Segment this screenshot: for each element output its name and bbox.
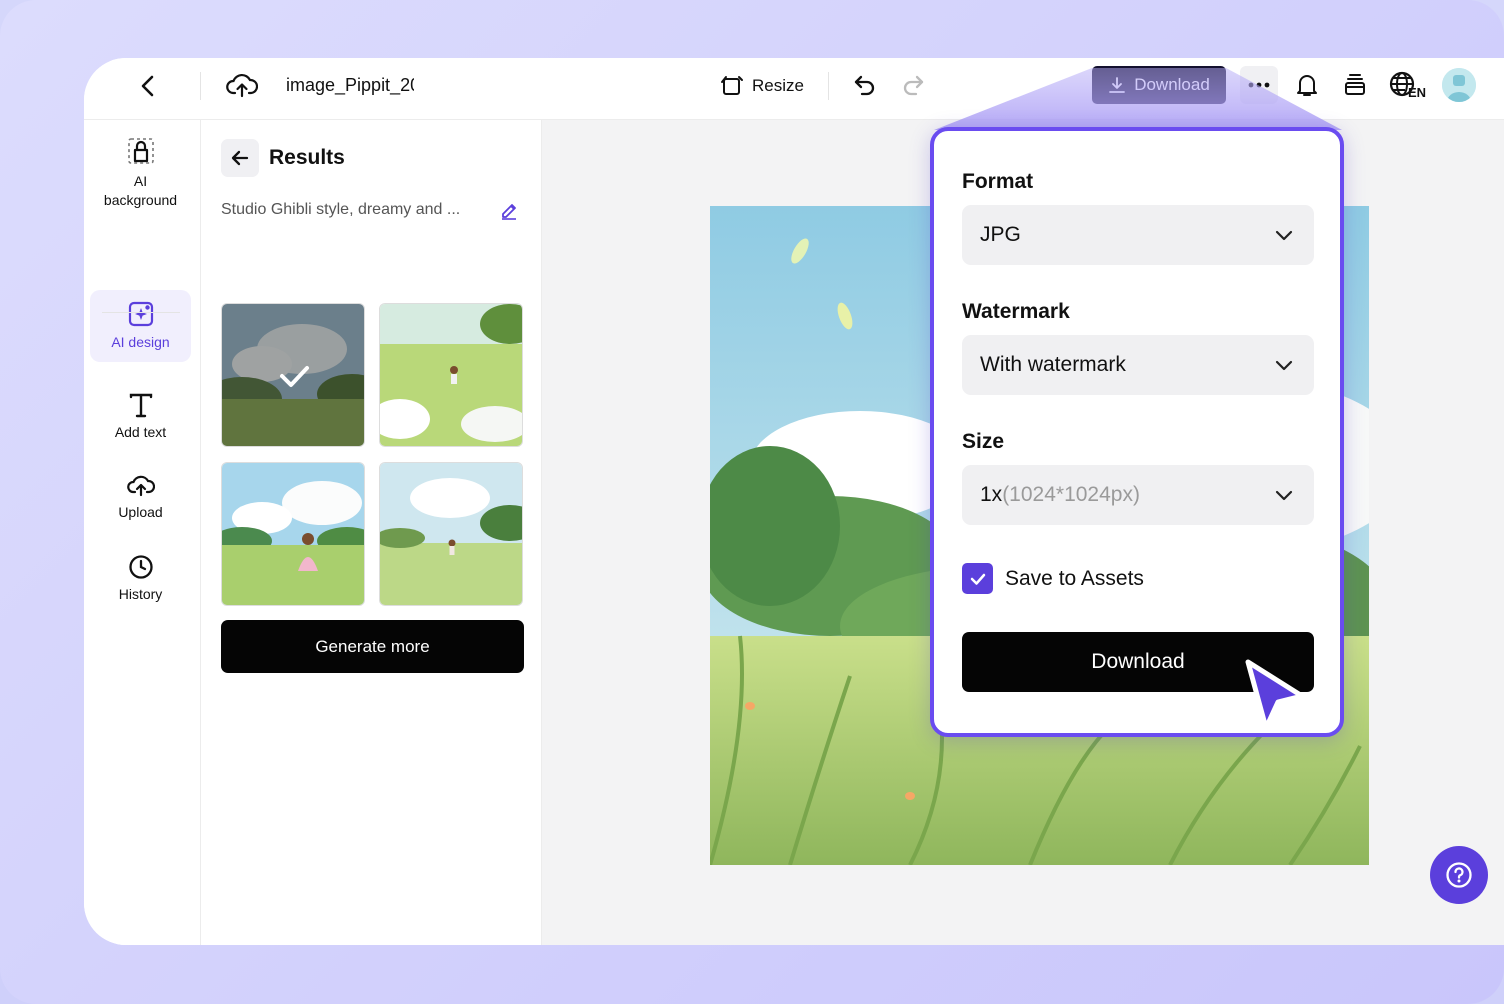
undo-icon[interactable] xyxy=(852,72,878,98)
chevron-down-icon xyxy=(1275,360,1293,371)
generate-more-button[interactable]: Generate more xyxy=(221,620,524,673)
redo-icon[interactable] xyxy=(900,72,926,98)
resize-button[interactable]: Resize xyxy=(720,72,804,100)
chevron-down-icon xyxy=(1275,230,1293,241)
history-icon xyxy=(128,555,153,579)
more-icon xyxy=(1248,82,1270,88)
format-value: JPG xyxy=(980,223,1021,246)
help-button[interactable] xyxy=(1430,846,1488,904)
ai-background-icon xyxy=(127,138,154,164)
nav-ai-background[interactable]: AI background xyxy=(90,136,191,212)
text-icon xyxy=(129,393,152,418)
result-image xyxy=(222,304,364,446)
result-image xyxy=(380,304,522,446)
result-image xyxy=(380,463,522,605)
cloud-upload-icon[interactable] xyxy=(226,70,258,100)
layers-icon[interactable] xyxy=(1342,72,1368,98)
result-thumbnail[interactable] xyxy=(379,303,523,447)
left-nav: AI background AI design Add text Upload … xyxy=(84,120,201,945)
result-thumbnail[interactable] xyxy=(379,462,523,606)
nav-upload[interactable]: Upload xyxy=(90,472,191,528)
size-value-prefix: 1x xyxy=(980,483,1003,506)
language-code: EN xyxy=(1408,85,1427,100)
nav-history-label: History xyxy=(118,586,163,602)
download-label: Download xyxy=(1134,75,1210,94)
upload-icon xyxy=(126,475,155,497)
nav-ai-background-label: AI background xyxy=(103,173,178,208)
file-name[interactable]: image_Pippit_20 xyxy=(286,75,414,96)
ai-design-icon xyxy=(128,301,153,327)
help-icon xyxy=(1446,862,1472,888)
result-thumbnail[interactable] xyxy=(221,303,365,447)
chevron-down-icon xyxy=(1275,490,1293,501)
resize-label: Resize xyxy=(752,76,804,95)
divider xyxy=(828,72,829,100)
nav-upload-label: Upload xyxy=(118,504,163,520)
save-to-assets-label[interactable]: Save to Assets xyxy=(1005,567,1144,591)
top-bar: image_Pippit_20 Resize Download EN xyxy=(84,58,1504,120)
watermark-select[interactable]: With watermark xyxy=(962,335,1314,395)
watermark-label: Watermark xyxy=(962,300,1070,323)
results-panel: Results Studio Ghibli style, dreamy and … xyxy=(201,120,542,945)
avatar-icon xyxy=(1442,68,1476,102)
nav-add-text-label: Add text xyxy=(114,424,167,440)
nav-ai-design[interactable]: AI design xyxy=(90,290,191,362)
checkmark-icon xyxy=(970,573,985,585)
download-popup: Format JPG Watermark With watermark Size… xyxy=(930,127,1344,737)
result-image xyxy=(222,463,364,605)
results-title: Results xyxy=(269,146,345,169)
result-thumbnail[interactable] xyxy=(221,462,365,606)
chevron-left-icon[interactable] xyxy=(134,72,162,100)
edit-icon[interactable] xyxy=(499,200,519,220)
results-back-button[interactable] xyxy=(221,139,259,177)
more-button[interactable] xyxy=(1240,66,1278,104)
size-value-detail: (1024*1024px) xyxy=(1002,483,1140,506)
cursor-pointer-icon xyxy=(1245,659,1305,731)
size-select[interactable]: 1x (1024*1024px) xyxy=(962,465,1314,525)
save-to-assets-checkbox[interactable] xyxy=(962,563,993,594)
resize-icon xyxy=(721,76,743,95)
format-label: Format xyxy=(962,170,1034,193)
download-button[interactable]: Download xyxy=(1092,66,1226,104)
download-icon xyxy=(1109,77,1126,93)
nav-add-text[interactable]: Add text xyxy=(90,392,191,448)
divider xyxy=(200,72,201,100)
nav-divider xyxy=(102,312,180,313)
format-select[interactable]: JPG xyxy=(962,205,1314,265)
prompt-text: Studio Ghibli style, dreamy and ... xyxy=(221,201,461,218)
avatar[interactable] xyxy=(1442,68,1476,102)
arrow-left-icon xyxy=(231,150,249,166)
nav-history[interactable]: History xyxy=(90,554,191,610)
watermark-value: With watermark xyxy=(980,353,1126,376)
size-label: Size xyxy=(962,430,1005,453)
bell-icon[interactable] xyxy=(1294,72,1320,98)
nav-ai-design-label: AI design xyxy=(111,334,170,350)
